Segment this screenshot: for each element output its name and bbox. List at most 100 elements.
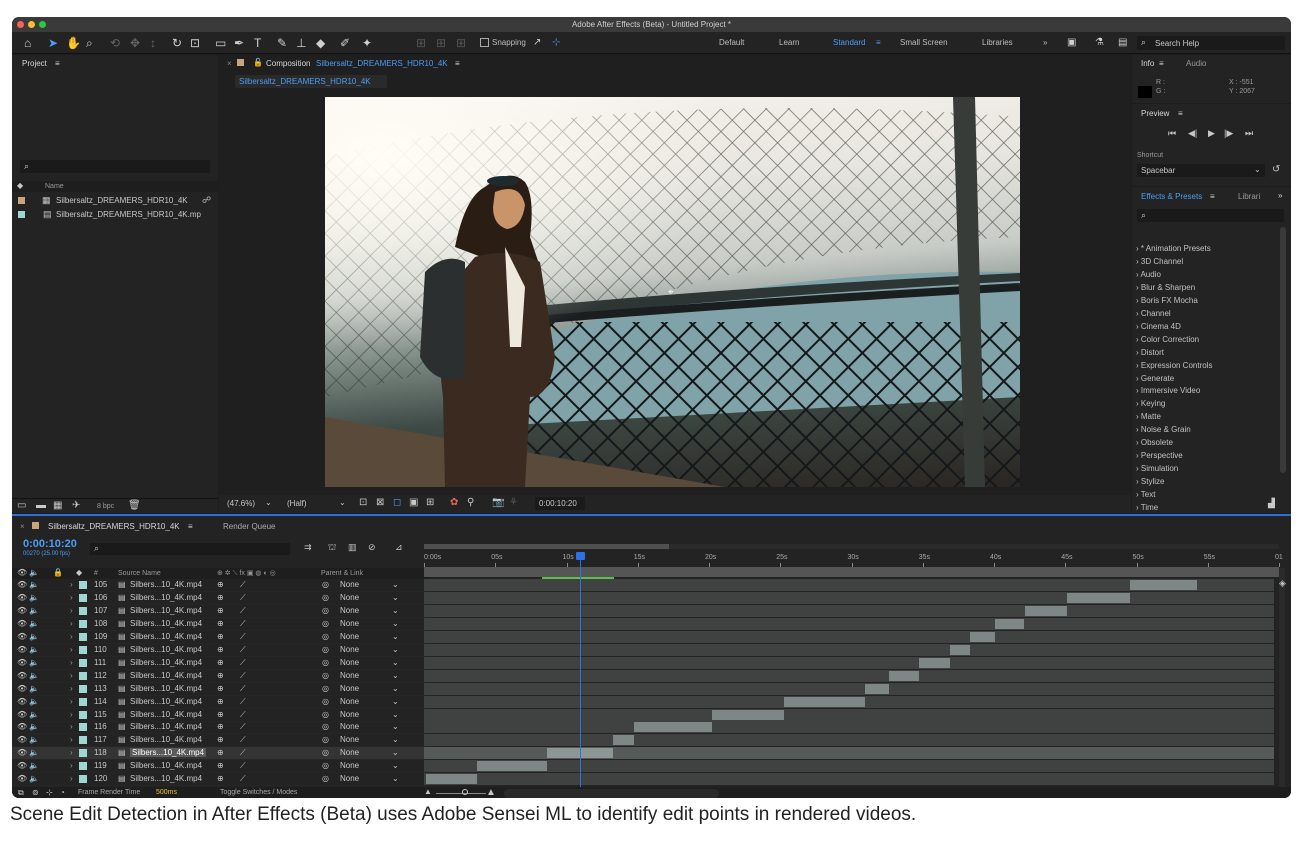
layer-duration-bar[interactable] [477,761,548,772]
workspace-default[interactable]: Default [719,38,744,47]
expand-chevron-icon[interactable]: › [70,774,73,783]
visibility-icon[interactable]: 👁 [17,593,27,602]
parent-dropdown[interactable]: None [340,710,359,719]
layer-duration-bar[interactable] [994,618,1025,629]
layer-source-name[interactable]: Silbers...10_4K.mp4 [130,722,202,731]
chevron-down-icon[interactable]: ⌄ [392,658,399,667]
layer-duration-bar[interactable] [612,735,635,746]
effects-category[interactable]: › Generate [1136,374,1174,383]
pick-whip-icon[interactable]: ◎ [322,722,329,731]
layer-label-swatch[interactable] [79,606,87,615]
audio-icon[interactable]: 🔈 [29,761,39,770]
current-time-indicator[interactable] [575,552,585,788]
pick-whip-icon[interactable]: ◎ [322,593,329,602]
layer-duration-bar[interactable] [1067,592,1130,603]
parent-dropdown[interactable]: None [340,722,359,731]
effects-category[interactable]: › Blur & Sharpen [1136,283,1195,292]
navigator-range[interactable] [424,544,669,549]
info-menu-icon[interactable]: ≡ [1159,59,1164,68]
layer-duration-bar[interactable] [426,774,478,785]
shy-switch-icon[interactable]: ⊕ [217,697,224,706]
snap-grid-icon[interactable]: ⊹ [552,35,560,51]
quality-switch-icon[interactable]: ⟋ [240,619,246,629]
tab-info[interactable]: Info [1141,59,1154,68]
layer-duration-bar[interactable] [1024,605,1068,616]
quality-switch-icon[interactable]: ⟋ [240,632,246,642]
shy-switch-icon[interactable]: ⊕ [217,619,224,628]
layer-label-swatch[interactable] [79,581,87,589]
layer-row[interactable]: 👁 🔈 › 119 ▤ Silbers...10_4K.mp4 ⊕ ⟋ ◎ No… [12,760,430,774]
layer-source-name[interactable]: Silbers...10_4K.mp4 [130,619,202,628]
audio-icon[interactable]: 🔈 [29,580,39,589]
chevron-down-icon[interactable]: ⌄ [392,606,399,615]
axis-view-icon[interactable]: ⊞ [456,35,466,51]
puppet-pin-icon[interactable]: ✦ [362,35,372,51]
preview-menu-icon[interactable]: ≡ [1178,109,1183,118]
visibility-icon[interactable]: 👁 [17,761,27,770]
parent-dropdown[interactable]: None [340,684,359,693]
pick-whip-icon[interactable]: ◎ [322,658,329,667]
layer-row[interactable]: 👁 🔈 › 120 ▤ Silbers...10_4K.mp4 ⊕ ⟋ ◎ No… [12,773,430,787]
layer-label-swatch[interactable] [79,723,87,732]
quality-switch-icon[interactable]: ⟋ [240,658,246,668]
parent-dropdown[interactable]: None [340,761,359,770]
brush-tool-icon[interactable]: ✎ [277,35,287,51]
anchor-tool-icon[interactable]: ⊡ [190,35,200,51]
shy-switch-icon[interactable]: ⊕ [217,735,224,744]
effects-category[interactable]: › Immersive Video [1136,386,1200,395]
last-frame-icon[interactable]: ⏭ [1245,128,1253,139]
layer-row[interactable]: 👁 🔈 › 116 ▤ Silbers...10_4K.mp4 ⊕ ⟋ ◎ No… [12,721,430,735]
layer-source-name[interactable]: Silbers...10_4K.mp4 [130,606,202,615]
shy-switch-icon[interactable]: ⊕ [217,580,224,589]
comp-menu-icon[interactable]: ≡ [455,59,460,68]
quality-switch-icon[interactable]: ⟋ [240,722,246,732]
chevron-down-icon[interactable]: ⌄ [392,580,399,589]
pick-whip-icon[interactable]: ◎ [322,580,329,589]
layer-label-swatch[interactable] [79,619,87,628]
shortcut-dropdown[interactable]: Spacebar ⌄ [1137,164,1265,177]
pick-whip-icon[interactable]: ◎ [322,735,329,744]
lock-icon[interactable]: 🔓 [253,58,263,67]
minimize-window-button[interactable] [28,21,35,28]
quality-switch-icon[interactable]: ⟋ [240,735,246,745]
visibility-icon[interactable]: 👁 [17,697,27,706]
zoom-dropdown[interactable]: (47.6%) [227,499,255,508]
layer-source-name[interactable]: Silbers...10_4K.mp4 [130,580,202,589]
first-frame-icon[interactable]: ⏮ [1168,128,1176,139]
chevron-down-icon[interactable]: ⌄ [392,761,399,770]
shy-switch-icon[interactable]: ⊕ [217,748,224,757]
delete-icon[interactable]: 🗑 [128,500,141,511]
expand-chevron-icon[interactable]: › [70,632,73,641]
type-tool-icon[interactable]: T [254,35,261,51]
expand-chevron-icon[interactable]: › [70,619,73,628]
pick-whip-icon[interactable]: ◎ [322,761,329,770]
reset-icon[interactable]: ↺ [1272,164,1280,175]
workspace-standard[interactable]: Standard [833,38,865,47]
composition-viewer-frame[interactable]: ⌖ [325,97,1020,487]
shy-switch-icon[interactable]: ⊕ [217,710,224,719]
layer-duration-bar[interactable] [634,722,713,733]
chevron-down-icon[interactable]: ⌄ [392,645,399,654]
effects-category[interactable]: › Channel [1136,309,1171,318]
anchor-point-icon[interactable]: ⌖ [668,287,674,298]
effects-scrollbar[interactable] [1280,227,1286,473]
visibility-icon[interactable]: 👁 [17,580,27,589]
zoom-out-icon[interactable]: ▲ [424,787,432,796]
layer-label-swatch[interactable] [79,775,87,784]
layer-label-swatch[interactable] [79,632,87,641]
expand-chevron-icon[interactable]: › [70,671,73,680]
new-bin-icon[interactable]: ▟ [1268,498,1275,509]
expand-chevron-icon[interactable]: › [70,606,73,615]
audio-icon[interactable]: 🔈 [29,697,39,706]
layer-source-name[interactable]: Silbers...10_4K.mp4 [130,671,202,680]
effects-category[interactable]: › Obsolete [1136,438,1173,447]
parent-dropdown[interactable]: None [340,619,359,628]
pick-whip-icon[interactable]: ◎ [322,619,329,628]
chevron-down-icon[interactable]: ⌄ [392,619,399,628]
render-queue-tab[interactable]: Render Queue [223,522,275,531]
timeline-scrollbar[interactable] [1279,568,1285,788]
pick-whip-icon[interactable]: ◎ [322,606,329,615]
visibility-icon[interactable]: 👁 [17,606,27,615]
layer-row[interactable]: 👁 🔈 › 105 ▤ Silbers...10_4K.mp4 ⊕ ⟋ ◎ No… [12,579,430,592]
search-help-field[interactable]: ⌕ Search Help [1137,36,1285,50]
